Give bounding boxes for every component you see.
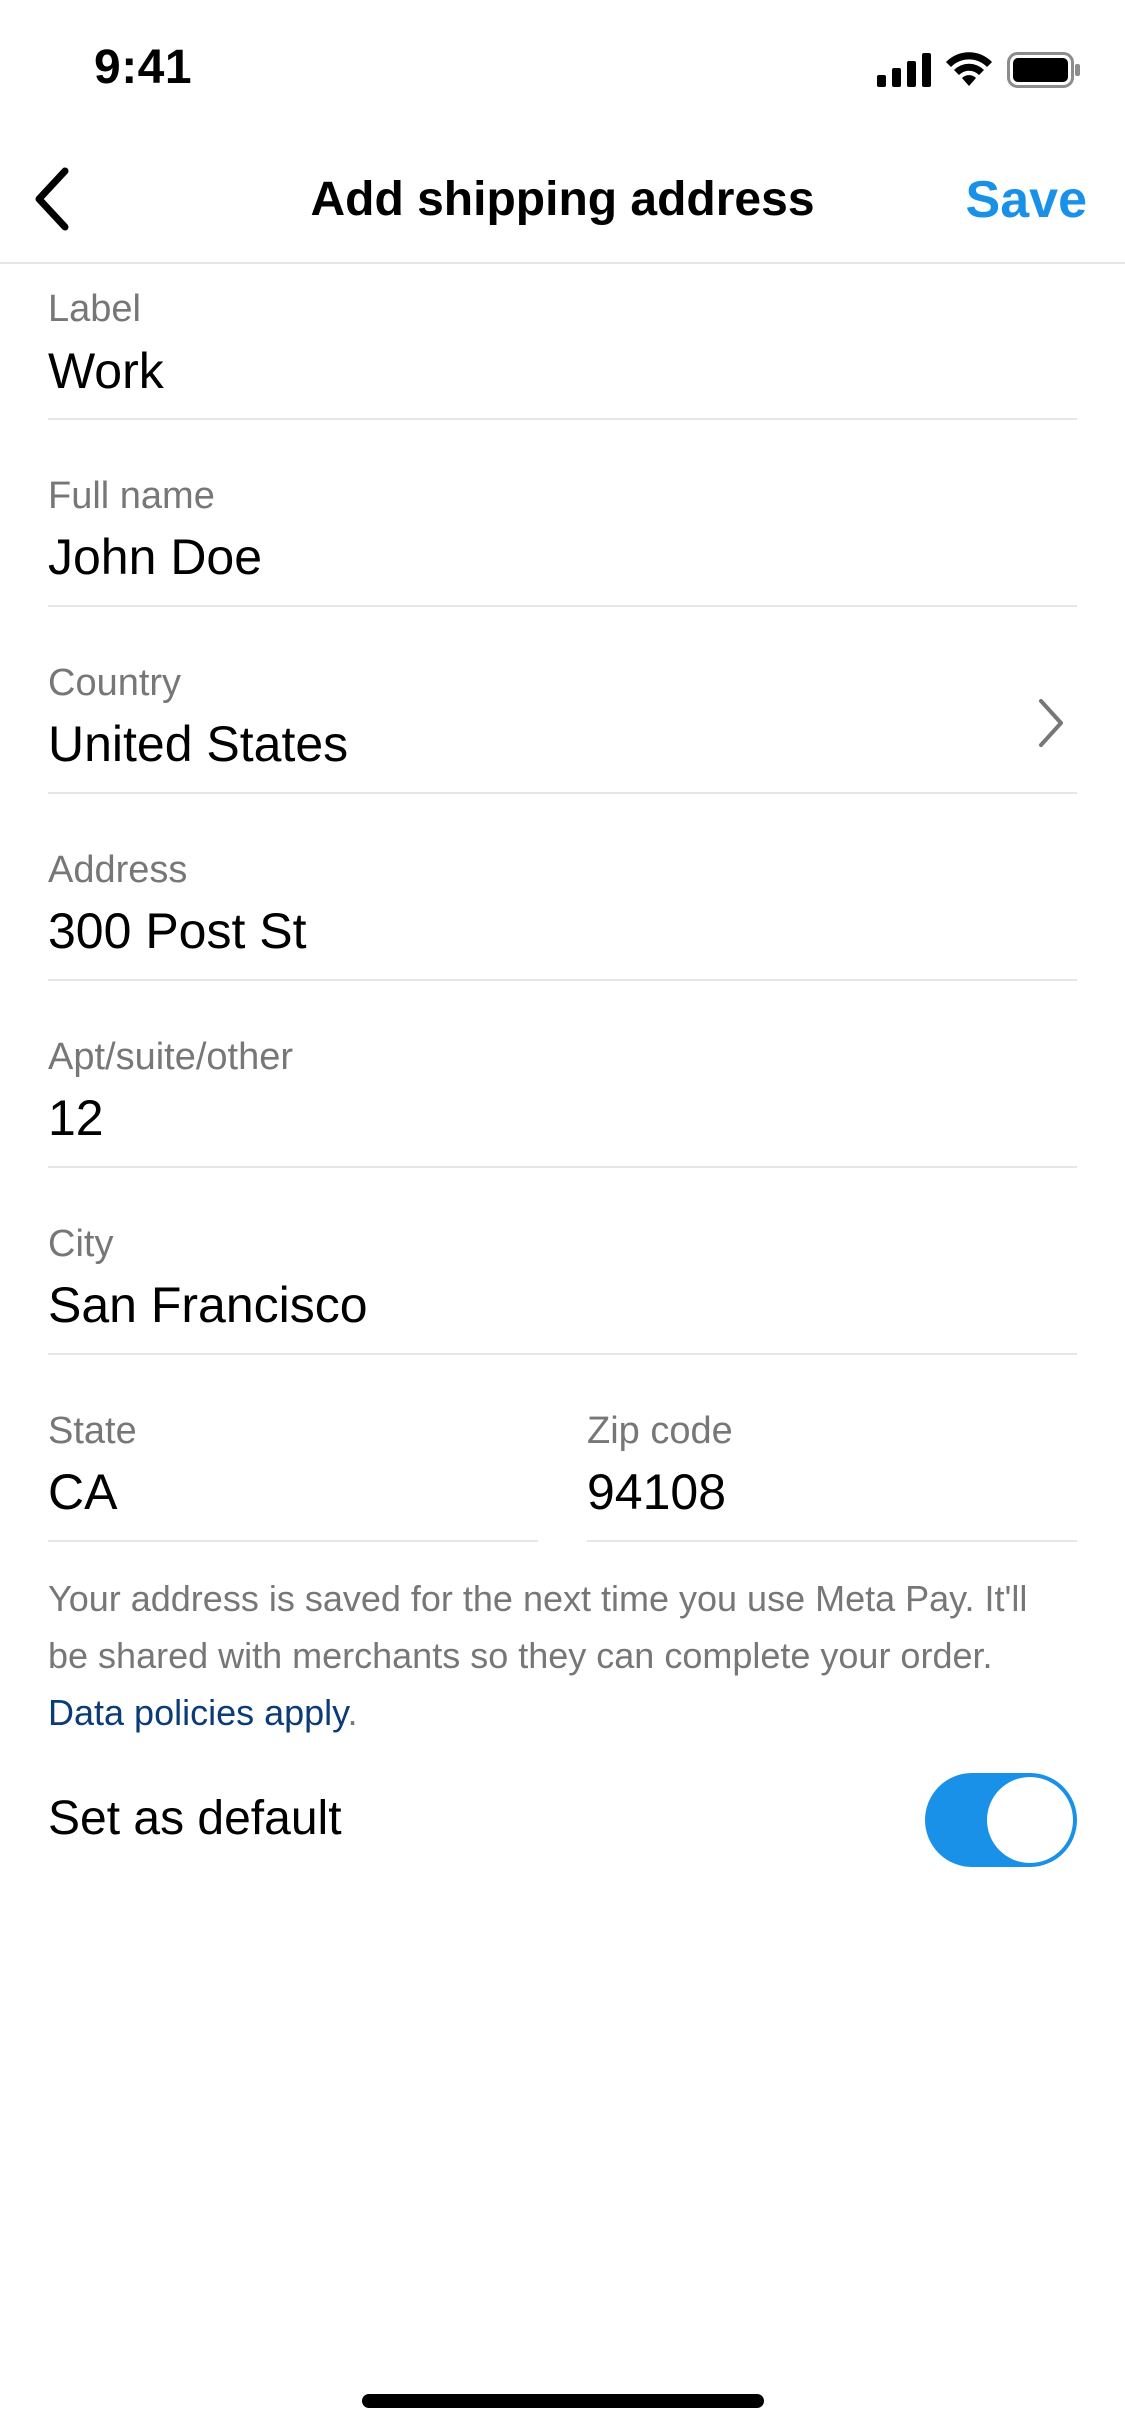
city-value[interactable]: San Francisco [48, 1276, 368, 1334]
full-name-field[interactable]: Full name John Doe [48, 420, 1077, 607]
cellular-signal-icon [877, 53, 931, 87]
wifi-icon [946, 52, 992, 86]
privacy-disclaimer: Your address is saved for the next time … [48, 1570, 1077, 1741]
address-value[interactable]: 300 Post St [48, 902, 307, 960]
disclaimer-text: Your address is saved for the next time … [48, 1578, 1028, 1676]
address-label: Address [48, 849, 188, 891]
set-default-toggle[interactable] [925, 1773, 1077, 1867]
apt-field[interactable]: Apt/suite/other 12 [48, 981, 1077, 1168]
full-name-value[interactable]: John Doe [48, 528, 262, 586]
status-bar: 9:41 [0, 0, 1125, 132]
nav-bar: Add shipping address Save [0, 132, 1125, 264]
address-form: Label Work Full name John Doe Country Un… [48, 264, 1077, 1883]
apt-value[interactable]: 12 [48, 1089, 104, 1147]
country-value[interactable]: United States [48, 715, 348, 773]
battery-icon [1007, 52, 1080, 88]
home-indicator[interactable] [362, 2394, 764, 2408]
state-value[interactable]: CA [48, 1463, 117, 1521]
state-field[interactable]: State CA [48, 1355, 538, 1542]
zip-label: Zip code [587, 1410, 733, 1452]
state-zip-row: State CA Zip code 94108 [48, 1355, 1077, 1542]
status-time: 9:41 [94, 41, 193, 94]
zip-field[interactable]: Zip code 94108 [587, 1355, 1077, 1542]
city-label: City [48, 1223, 114, 1265]
status-icons [877, 48, 1081, 92]
label-field[interactable]: Label Work [48, 264, 1077, 420]
data-policies-link[interactable]: Data policies apply [48, 1692, 348, 1733]
disclaimer-end: . [347, 1692, 358, 1733]
zip-value[interactable]: 94108 [587, 1463, 726, 1521]
state-label: State [48, 1410, 137, 1452]
save-button[interactable]: Save [966, 170, 1087, 230]
full-name-label: Full name [48, 475, 215, 517]
label-field-label: Label [48, 288, 141, 330]
page-title: Add shipping address [310, 173, 815, 226]
set-default-label: Set as default [48, 1792, 342, 1845]
address-field[interactable]: Address 300 Post St [48, 794, 1077, 981]
chevron-right-icon [1039, 699, 1063, 747]
country-selector[interactable]: Country United States [48, 607, 1077, 794]
label-field-value[interactable]: Work [48, 342, 164, 400]
country-label: Country [48, 662, 182, 704]
city-field[interactable]: City San Francisco [48, 1168, 1077, 1355]
toggle-knob [987, 1777, 1073, 1863]
set-default-row: Set as default [48, 1751, 1077, 1883]
apt-label: Apt/suite/other [48, 1036, 294, 1078]
